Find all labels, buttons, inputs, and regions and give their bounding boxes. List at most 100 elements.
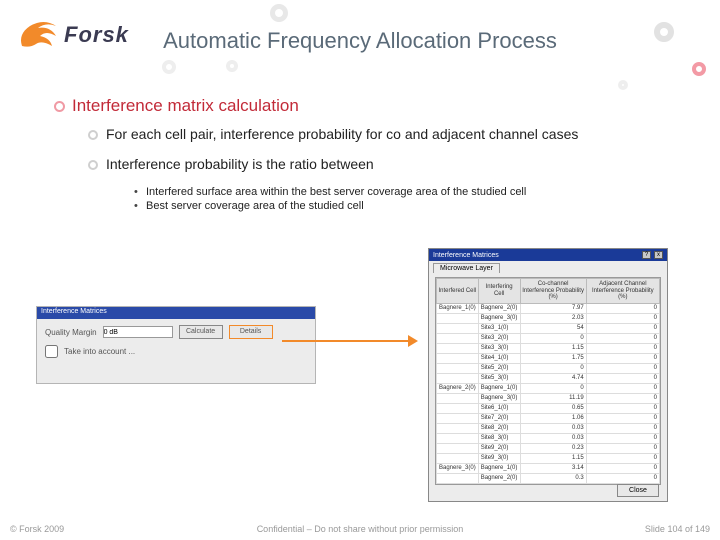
table-cell: 0 <box>520 333 586 343</box>
table-cell: Bagnere_1(0) <box>478 463 520 473</box>
dialog-titlebar: Interference Matrices ? x <box>429 249 667 261</box>
sub-bullet: Best server coverage area of the studied… <box>134 200 684 212</box>
close-button[interactable]: Close <box>617 484 659 497</box>
table-cell <box>437 453 479 463</box>
table-cell <box>437 483 479 485</box>
table-cell: Site7_2(0) <box>478 413 520 423</box>
table-cell: 0 <box>586 413 659 423</box>
sub-bullets: Interfered surface area within the best … <box>134 186 684 212</box>
table-cell <box>437 343 479 353</box>
table-cell: 0 <box>520 383 586 393</box>
table-cell <box>437 413 479 423</box>
dialog-interference-matrices-big: Interference Matrices ? x Microwave Laye… <box>428 248 668 502</box>
decor-circle <box>618 80 628 90</box>
dialog-interference-matrices-small: Interference Matrices Quality Margin Cal… <box>36 306 316 384</box>
table-cell: Site3_3(0) <box>478 343 520 353</box>
table-cell: Site3_1(0) <box>478 323 520 333</box>
table-cell: Bagnere_2(0) <box>478 303 520 313</box>
table-row: Bagnere_2(0)0.30 <box>437 473 660 483</box>
table-cell: 0.03 <box>520 433 586 443</box>
table-row: Site7_2(0)1.060 <box>437 413 660 423</box>
table-row: Bagnere_3(0)2.030 <box>437 313 660 323</box>
take-into-account-label: Take into account ... <box>64 347 135 356</box>
table-cell <box>437 323 479 333</box>
table-cell: 0 <box>586 353 659 363</box>
table-cell: Site6_1(0) <box>478 403 520 413</box>
table-cell: Site9_2(0) <box>478 443 520 453</box>
table-cell: Bagnere_2(0) <box>478 473 520 483</box>
close-icon[interactable]: x <box>654 251 663 259</box>
table-cell: 0.23 <box>520 443 586 453</box>
table-cell: 0 <box>586 343 659 353</box>
table-cell: 0 <box>520 363 586 373</box>
decor-circle <box>162 60 176 74</box>
column-header: Interfered Cell <box>437 279 479 304</box>
table-cell: 0 <box>586 383 659 393</box>
table-cell: Bagnere_3(0) <box>478 313 520 323</box>
table-cell: Bagnere_1(0) <box>478 383 520 393</box>
slide: Forsk Automatic Frequency Allocation Pro… <box>0 0 720 540</box>
table-cell: 0 <box>586 393 659 403</box>
table-cell: 0 <box>520 483 586 485</box>
table-cell: 7.97 <box>520 303 586 313</box>
arrow-head-icon <box>408 335 418 347</box>
table-cell <box>437 473 479 483</box>
table-cell: 0.65 <box>520 403 586 413</box>
table-cell: Site3_2(0) <box>478 333 520 343</box>
table-cell <box>437 433 479 443</box>
table-row: Site3_2(0)00 <box>437 333 660 343</box>
tab-microwave-layer[interactable]: Microwave Layer <box>433 263 500 273</box>
details-button[interactable]: Details <box>229 325 273 339</box>
table-cell <box>437 443 479 453</box>
table-cell: Bagnere_3(0) <box>437 463 479 473</box>
section-heading: Interference matrix calculation <box>54 96 684 116</box>
table-cell <box>437 363 479 373</box>
table-cell: 0 <box>586 433 659 443</box>
table-cell: 2.03 <box>520 313 586 323</box>
table-row: Bagnere_3(0)Bagnere_1(0)3.140 <box>437 463 660 473</box>
table-cell: Site5_3(0) <box>478 373 520 383</box>
bullet-2: Interference probability is the ratio be… <box>88 156 684 172</box>
take-into-account-checkbox[interactable] <box>45 345 58 358</box>
table-row: Site5_3(0)4.740 <box>437 373 660 383</box>
decor-circle <box>270 4 288 22</box>
calculate-button[interactable]: Calculate <box>179 325 223 339</box>
quality-margin-input[interactable] <box>103 326 173 338</box>
page-title: Automatic Frequency Allocation Process <box>0 28 720 54</box>
content: Interference matrix calculation For each… <box>54 96 684 214</box>
arrow-icon <box>282 340 410 342</box>
table-cell <box>437 353 479 363</box>
table-row: Site9_2(0)0.230 <box>437 443 660 453</box>
table-cell: Site8_2(0) <box>478 423 520 433</box>
table-row: Site5_2(0)00 <box>437 363 660 373</box>
table-row: Bagnere_1(0)Bagnere_2(0)7.970 <box>437 303 660 313</box>
table-cell: 0 <box>586 403 659 413</box>
figures: Interference Matrices Quality Margin Cal… <box>0 248 720 504</box>
interference-table: Interfered CellInterfering CellCo-channe… <box>435 277 661 485</box>
table-cell: Site3_1(0) <box>478 483 520 485</box>
bullet-1: For each cell pair, interference probabi… <box>88 126 684 142</box>
table-cell: 0 <box>586 323 659 333</box>
table-cell: 0 <box>586 443 659 453</box>
table-cell: 1.15 <box>520 343 586 353</box>
table-cell: 0 <box>586 463 659 473</box>
table-cell: 0 <box>586 363 659 373</box>
table-row: Site3_1(0)540 <box>437 323 660 333</box>
table-cell <box>437 423 479 433</box>
table-cell: 1.75 <box>520 353 586 363</box>
slide-number: Slide 104 of 149 <box>645 524 710 534</box>
table-cell: 0 <box>586 373 659 383</box>
column-header: Adjacent Channel Interference Probabilit… <box>586 279 659 304</box>
column-header: Co-channel Interference Probability (%) <box>520 279 586 304</box>
table-cell: 11.19 <box>520 393 586 403</box>
dialog-titlebar: Interference Matrices <box>37 307 315 319</box>
column-header: Interfering Cell <box>478 279 520 304</box>
label-quality-margin: Quality Margin <box>45 328 97 337</box>
decor-circle <box>226 60 238 72</box>
table-row: Site4_1(0)1.750 <box>437 353 660 363</box>
table-row: Site8_2(0)0.030 <box>437 423 660 433</box>
table-cell: 0 <box>586 423 659 433</box>
table-row: Site6_1(0)0.650 <box>437 403 660 413</box>
sub-bullet: Interfered surface area within the best … <box>134 186 684 198</box>
help-icon[interactable]: ? <box>642 251 651 259</box>
